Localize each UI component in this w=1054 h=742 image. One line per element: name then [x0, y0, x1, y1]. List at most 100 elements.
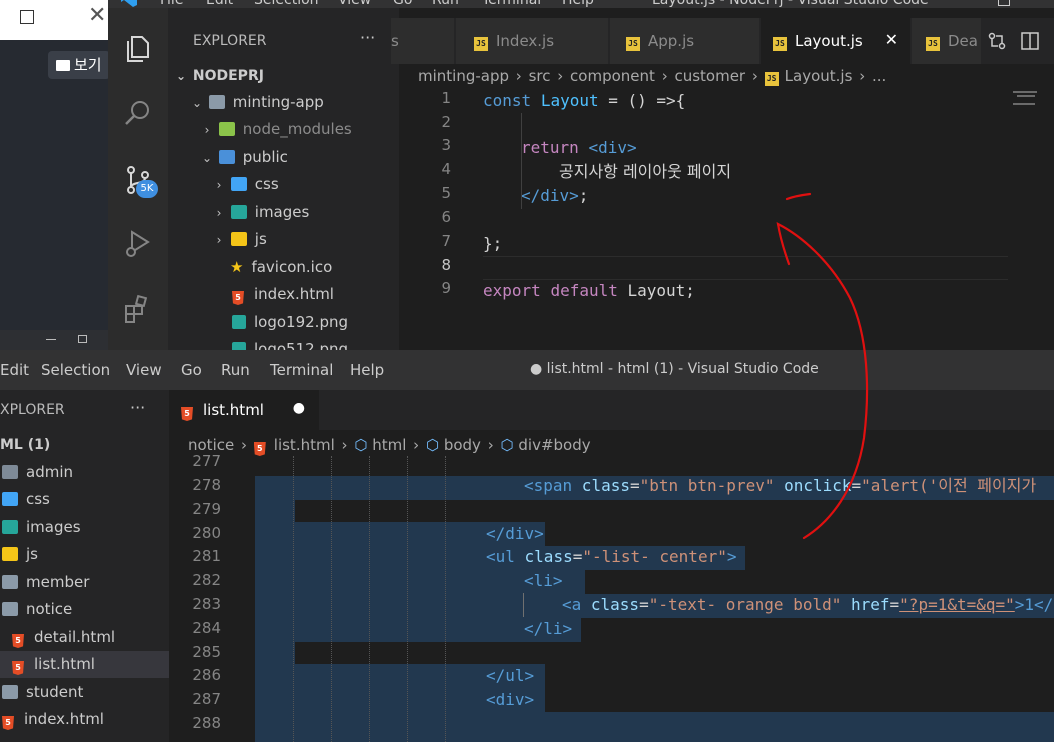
js-file-icon: JS [926, 37, 940, 51]
menu-run[interactable]: Run [432, 0, 459, 8]
tree-file-list-html[interactable]: 5 list.html [0, 651, 169, 678]
tree-folder-minting-app[interactable]: ⌄ minting-app [168, 89, 399, 116]
line-number: 285 [192, 643, 221, 661]
view-button[interactable]: 보기 [48, 51, 110, 79]
project-root[interactable]: ⌄ NODEPRJ [168, 63, 399, 90]
breadcrumb-item[interactable]: list.html [274, 436, 335, 454]
menu-go[interactable]: Go [181, 361, 202, 379]
close-icon[interactable]: ✕ [88, 3, 106, 28]
tree-folder-admin[interactable]: admin [0, 459, 169, 486]
tree-folder-student[interactable]: student [0, 679, 169, 706]
tab-list-html[interactable]: 5 list.html ● [169, 390, 319, 430]
menu-edit[interactable]: Edit [0, 361, 29, 379]
tab-dea[interactable]: JS Dea [912, 18, 982, 64]
chevron-right-icon: › [204, 123, 210, 137]
menu-run[interactable]: Run [221, 361, 250, 379]
compare-changes-icon[interactable] [988, 32, 1006, 50]
restore-icon[interactable] [78, 335, 87, 343]
breadcrumb-item[interactable]: html [372, 436, 406, 454]
menu-terminal[interactable]: Terminal [270, 361, 333, 379]
breadcrumb-item[interactable]: div#body [518, 436, 590, 454]
menu-view[interactable]: View [338, 0, 371, 8]
tree-folder-images[interactable]: › images [168, 199, 399, 226]
breadcrumb-item[interactable]: minting-app [418, 67, 509, 85]
top-breadcrumb: minting-app › src › component › customer… [418, 67, 886, 86]
close-tab-icon[interactable]: ✕ [885, 30, 898, 49]
html5-icon: 5 [181, 407, 193, 421]
tree-file-logo512[interactable]: logo512.png [168, 336, 399, 350]
explorer-more-button[interactable]: ··· [360, 28, 375, 47]
line-number: 286 [192, 666, 221, 684]
tree-folder-node-modules[interactable]: › node_modules [168, 116, 399, 143]
unsaved-dot-icon[interactable]: ● [293, 400, 305, 416]
menu-help[interactable]: Help [350, 361, 384, 379]
tree-folder-css[interactable]: › css [168, 171, 399, 198]
menu-view[interactable]: View [126, 361, 162, 379]
breadcrumb-item[interactable]: Layout.js [785, 67, 853, 85]
tree-folder-member[interactable]: member [0, 569, 169, 596]
menu-terminal[interactable]: Terminal [482, 0, 541, 8]
annotation-stroke [785, 192, 812, 201]
menu-file[interactable]: File [160, 0, 183, 8]
split-editor-icon[interactable] [1021, 32, 1039, 50]
search-icon[interactable] [122, 98, 154, 130]
indent-guide [407, 456, 408, 742]
menu-go[interactable]: Go [393, 0, 412, 8]
line-number: 287 [192, 690, 221, 708]
breadcrumb-item[interactable]: body [444, 436, 481, 454]
tree-folder-notice[interactable]: notice [0, 596, 169, 623]
tree-file-index-html[interactable]: 5 index.html [168, 281, 399, 308]
css-folder-icon [230, 177, 247, 191]
tree-folder-css[interactable]: css [0, 486, 169, 513]
extensions-icon[interactable] [122, 294, 154, 326]
minimize-icon[interactable] [46, 339, 56, 340]
tree-folder-js[interactable]: js [0, 541, 169, 568]
restore-icon[interactable] [998, 0, 1010, 6]
chevron-right-icon: › [859, 67, 866, 85]
explorer-icon[interactable] [122, 32, 154, 64]
tree-file-index-html[interactable]: 5 index.html [0, 706, 169, 733]
explorer-label: XPLORER [0, 402, 65, 418]
code-line-284: </li> [524, 619, 573, 638]
explorer-more-button[interactable]: ··· [130, 398, 145, 417]
workspace-root[interactable]: ML (1) [0, 432, 169, 459]
menu-selection[interactable]: Selection [254, 0, 319, 8]
tab-layout-js[interactable]: JS Layout.js ✕ [761, 18, 911, 64]
js-file-icon: JS [626, 37, 640, 51]
breadcrumb-item[interactable]: component [570, 67, 655, 85]
menu-help[interactable]: Help [562, 0, 594, 8]
cube-icon: ⬡ [425, 436, 440, 454]
tree-file-favicon[interactable]: ★ favicon.ico [168, 254, 399, 281]
tab-partial[interactable]: s [391, 18, 455, 64]
source-control-badge: 5K [136, 180, 158, 198]
selection-highlight [255, 500, 295, 522]
tree-file-detail-html[interactable]: 5 detail.html [0, 624, 169, 651]
tab-app-js[interactable]: JS App.js [610, 18, 760, 64]
minimap-line [1013, 103, 1035, 105]
line-number: 7 [441, 232, 451, 250]
cube-icon: ⬡ [500, 436, 514, 454]
breadcrumb-item[interactable]: ... [872, 67, 886, 85]
grid-icon [56, 60, 70, 71]
menu-edit[interactable]: Edit [206, 0, 233, 8]
tree-file-logo192[interactable]: logo192.png [168, 309, 399, 336]
tab-index-js[interactable]: JS Index.js [456, 18, 609, 64]
chevron-right-icon: › [216, 178, 222, 192]
bottom-breadcrumb: notice › 5 list.html › ⬡ html › ⬡ body › … [188, 436, 591, 456]
top-code-area[interactable]: 1 2 3 4 5 6 7 8 9 const Layout = () =>{ … [399, 89, 1054, 349]
line-number: 3 [441, 136, 451, 154]
tree-folder-js[interactable]: › js [168, 226, 399, 253]
breadcrumb-item[interactable]: customer [674, 67, 745, 85]
annotation-stroke [776, 222, 869, 540]
run-debug-icon[interactable] [122, 228, 154, 260]
code-line-1: const Layout = () =>{ [483, 91, 686, 110]
code-line-287: <div> [486, 690, 535, 709]
tree-folder-public[interactable]: ⌄ public [168, 144, 399, 171]
code-line-280: </div> [486, 524, 544, 543]
chevron-down-icon: ⌄ [201, 151, 213, 165]
menu-selection[interactable]: Selection [41, 361, 110, 379]
breadcrumb-item[interactable]: src [529, 67, 551, 85]
maximize-icon[interactable] [20, 10, 34, 24]
tree-folder-images[interactable]: images [0, 514, 169, 541]
activity-bar: 5K [108, 8, 168, 350]
